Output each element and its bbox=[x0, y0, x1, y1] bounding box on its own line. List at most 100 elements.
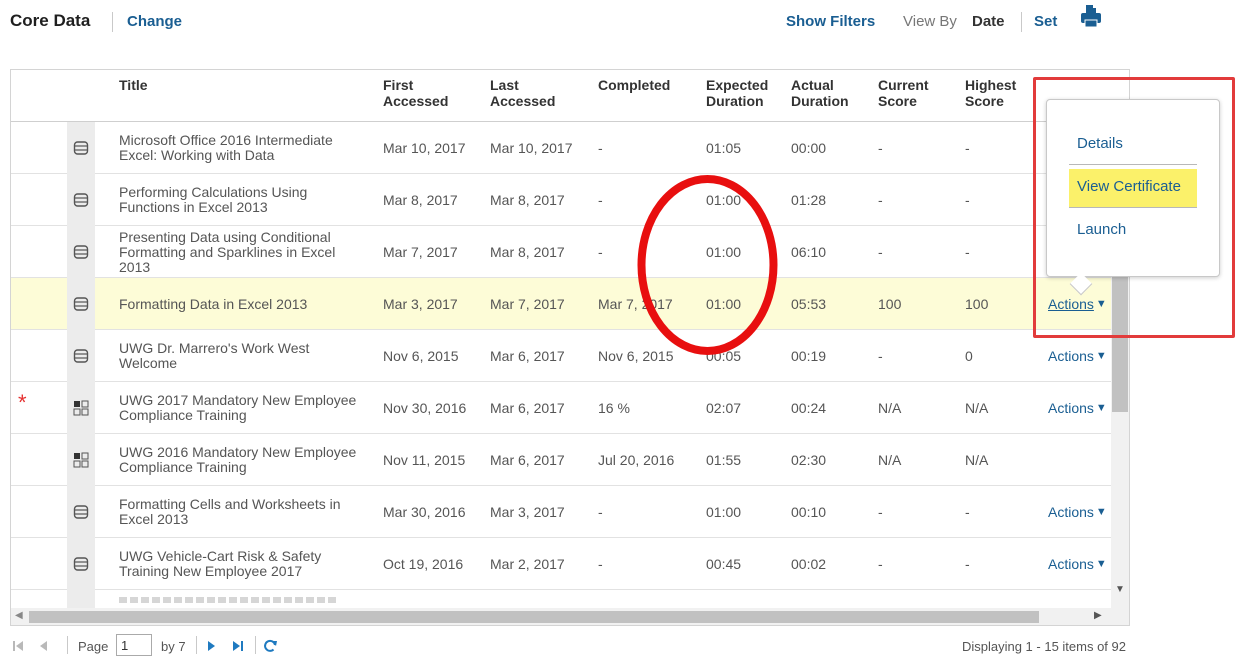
next-page-icon[interactable] bbox=[203, 638, 219, 654]
table-row[interactable]: Formatting Cells and Worksheets in Excel… bbox=[11, 486, 1111, 538]
actions-label[interactable]: Actions bbox=[1048, 348, 1094, 364]
cell-first-accessed: Nov 6, 2015 bbox=[383, 348, 459, 364]
cell-actual-duration: 02:30 bbox=[791, 452, 827, 468]
table-row[interactable]: UWG Dr. Marrero's Work West Welcome Nov 6… bbox=[11, 330, 1111, 382]
actions-menu-button[interactable]: Actions ▼ bbox=[1048, 382, 1107, 434]
col-header-current-score[interactable]: Current Score bbox=[878, 77, 948, 109]
cell-last-accessed: Mar 10, 2017 bbox=[490, 140, 573, 156]
caret-down-icon[interactable]: ▼ bbox=[1096, 298, 1107, 310]
caret-down-icon[interactable]: ▼ bbox=[1096, 350, 1107, 362]
cell-completed: 16 % bbox=[598, 400, 630, 416]
cell-title[interactable]: Formatting Data in Excel 2013 bbox=[119, 278, 369, 330]
table-row[interactable] bbox=[11, 589, 1111, 609]
page-number-input[interactable] bbox=[116, 634, 152, 656]
cell-completed: - bbox=[598, 504, 603, 520]
cell-actual-duration: 00:02 bbox=[791, 556, 827, 572]
col-header-highest-score[interactable]: Highest Score bbox=[965, 77, 1035, 109]
cell-title[interactable]: Performing Calculations Using Functions … bbox=[119, 174, 369, 226]
cell-expected-duration: 01:00 bbox=[706, 296, 742, 312]
course-stack-icon bbox=[67, 278, 95, 330]
cell-last-accessed: Mar 6, 2017 bbox=[490, 452, 565, 468]
cell-expected-duration: 01:00 bbox=[706, 192, 742, 208]
prev-page-icon[interactable] bbox=[36, 638, 52, 654]
actions-menu-button[interactable]: Actions ▼ bbox=[1048, 538, 1107, 590]
course-stack-icon bbox=[67, 330, 95, 382]
col-header-first-accessed[interactable]: First Accessed bbox=[383, 77, 473, 109]
cell-title[interactable]: UWG 2017 Mandatory New Employee Complian… bbox=[119, 382, 369, 434]
cell-title[interactable]: Microsoft Office 2016 Intermediate Excel… bbox=[119, 122, 369, 174]
enrollments-table: Title First Accessed Last Accessed Compl… bbox=[10, 69, 1130, 626]
cell-actual-duration: 01:28 bbox=[791, 192, 827, 208]
cell-expected-duration: 01:00 bbox=[706, 504, 742, 520]
scroll-right-arrow-icon[interactable]: ▶ bbox=[1094, 610, 1102, 621]
show-filters-link[interactable]: Show Filters bbox=[786, 13, 875, 30]
actions-label[interactable]: Actions bbox=[1048, 400, 1094, 416]
cell-actual-duration: 00:10 bbox=[791, 504, 827, 520]
cell-current-score: 100 bbox=[878, 296, 902, 312]
cell-actual-duration: 00:19 bbox=[791, 348, 827, 364]
actions-label[interactable]: Actions bbox=[1048, 296, 1094, 312]
cell-first-accessed: Mar 3, 2017 bbox=[383, 296, 458, 312]
cell-title[interactable]: Formatting Cells and Worksheets in Excel… bbox=[119, 486, 369, 538]
col-header-completed[interactable]: Completed bbox=[598, 77, 670, 93]
actions-label[interactable]: Actions bbox=[1048, 556, 1094, 572]
header-divider bbox=[112, 12, 113, 32]
print-icon[interactable] bbox=[1080, 2, 1102, 30]
cell-title[interactable]: Presenting Data using Conditional Format… bbox=[119, 226, 369, 278]
actions-menu-button[interactable]: Actions ▼ bbox=[1048, 486, 1107, 538]
cell-expected-duration: 01:05 bbox=[706, 140, 742, 156]
menu-item-launch[interactable]: Launch bbox=[1077, 221, 1126, 238]
cell-highest-score: 100 bbox=[965, 296, 989, 312]
caret-down-icon[interactable]: ▼ bbox=[1096, 506, 1107, 518]
col-header-title[interactable]: Title bbox=[119, 77, 148, 93]
cell-last-accessed: Mar 3, 2017 bbox=[490, 504, 565, 520]
cell-actual-duration: 06:10 bbox=[791, 244, 827, 260]
caret-down-icon[interactable]: ▼ bbox=[1096, 558, 1107, 570]
page-label: Page bbox=[78, 639, 109, 654]
menu-divider bbox=[1069, 164, 1197, 165]
caret-down-icon[interactable]: ▼ bbox=[1096, 402, 1107, 414]
cell-title[interactable]: UWG 2016 Mandatory New Employee Complian… bbox=[119, 434, 369, 486]
cell-title[interactable]: UWG Dr. Marrero's Work West Welcome bbox=[119, 330, 369, 382]
view-by-label: View By bbox=[903, 13, 957, 30]
cell-first-accessed: Nov 11, 2015 bbox=[383, 452, 466, 468]
set-link[interactable]: Set bbox=[1034, 13, 1057, 30]
course-stack-icon bbox=[67, 538, 95, 590]
actions-label[interactable]: Actions bbox=[1048, 504, 1094, 520]
first-page-icon[interactable] bbox=[10, 638, 26, 654]
page-count-label: by 7 bbox=[161, 639, 186, 654]
scroll-left-arrow-icon[interactable]: ◀ bbox=[15, 610, 23, 621]
cell-highest-score: N/A bbox=[965, 452, 989, 468]
last-page-icon[interactable] bbox=[230, 638, 246, 654]
horizontal-scroll-thumb[interactable] bbox=[29, 611, 1039, 623]
cell-completed: - bbox=[598, 244, 603, 260]
cell-current-score: - bbox=[878, 348, 883, 364]
refresh-icon[interactable] bbox=[262, 638, 278, 654]
menu-item-view-certificate[interactable]: View Certificate bbox=[1077, 178, 1181, 195]
cell-expected-duration: 01:00 bbox=[706, 244, 742, 260]
cell-title[interactable]: UWG Vehicle-Cart Risk & Safety Training … bbox=[119, 538, 369, 590]
table-row[interactable]: Presenting Data using Conditional Format… bbox=[11, 226, 1111, 278]
curriculum-grid-icon bbox=[67, 434, 95, 486]
partial-row-title bbox=[119, 597, 339, 603]
change-link[interactable]: Change bbox=[127, 13, 182, 30]
actions-menu-button[interactable]: Actions ▼ bbox=[1048, 330, 1107, 382]
col-header-actual-duration[interactable]: Actual Duration bbox=[791, 77, 871, 109]
table-row[interactable]: UWG Vehicle-Cart Risk & Safety Training … bbox=[11, 538, 1111, 590]
col-header-expected-duration[interactable]: Expected Duration bbox=[706, 77, 796, 109]
header-divider bbox=[1021, 12, 1022, 32]
table-row[interactable]: Performing Calculations Using Functions … bbox=[11, 174, 1111, 226]
table-row[interactable]: Microsoft Office 2016 Intermediate Excel… bbox=[11, 122, 1111, 174]
pager-divider bbox=[196, 636, 197, 654]
table-row[interactable]: UWG 2016 Mandatory New Employee Complian… bbox=[11, 434, 1111, 486]
menu-item-details[interactable]: Details bbox=[1077, 135, 1123, 152]
cell-highest-score: - bbox=[965, 556, 970, 572]
table-row[interactable]: Formatting Data in Excel 2013 Mar 3, 2017… bbox=[11, 278, 1111, 330]
scroll-down-arrow-icon[interactable]: ▼ bbox=[1113, 584, 1127, 598]
cell-last-accessed: Mar 8, 2017 bbox=[490, 192, 565, 208]
col-header-last-accessed[interactable]: Last Accessed bbox=[490, 77, 580, 109]
cell-current-score: N/A bbox=[878, 452, 902, 468]
page-title: Core Data bbox=[10, 11, 91, 30]
table-row[interactable]: * UWG 2017 Mandatory New Employee Complia… bbox=[11, 382, 1111, 434]
pager-summary: Displaying 1 - 15 items of 92 bbox=[961, 639, 1126, 654]
